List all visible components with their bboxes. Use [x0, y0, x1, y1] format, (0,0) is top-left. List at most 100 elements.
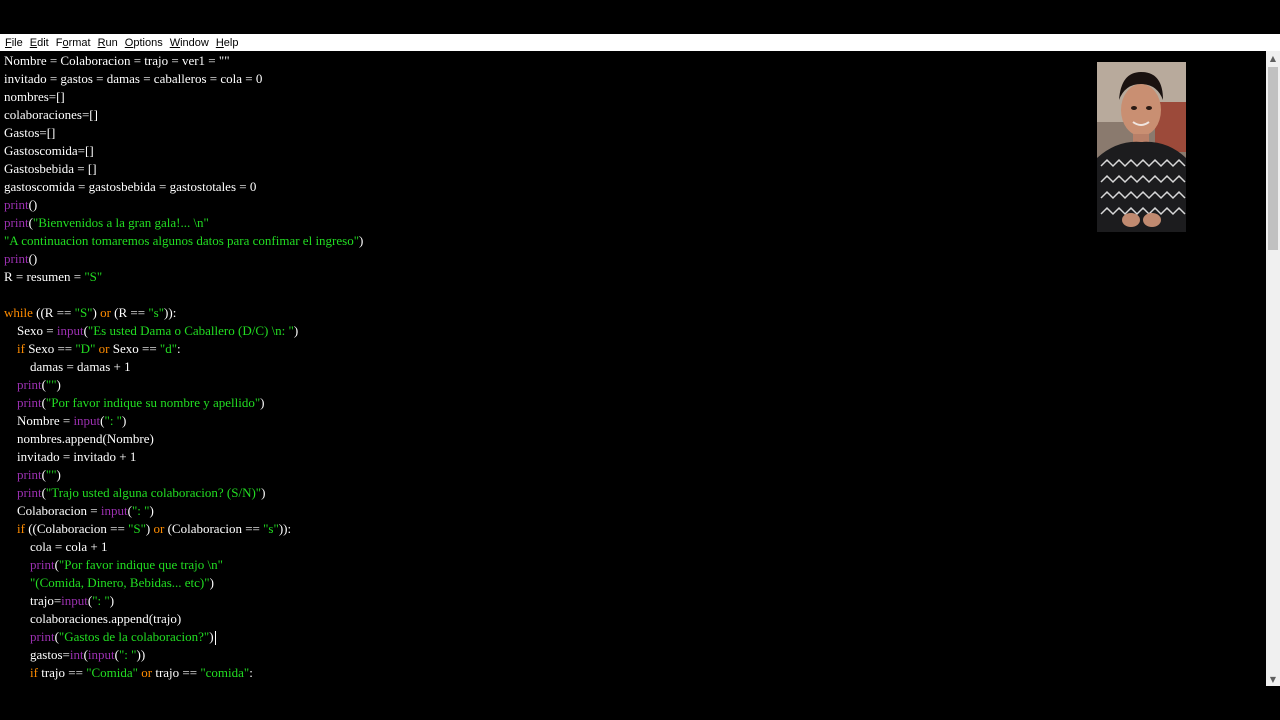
code-token: "Por favor indique su nombre y apellido" [45, 395, 261, 410]
code-token: invitado = invitado + 1 [4, 449, 137, 464]
code-token: "s" [148, 305, 165, 320]
code-token: if [30, 665, 38, 680]
code-token: ) [261, 485, 266, 500]
code-line[interactable]: print("Por favor indique que trajo \n" [4, 556, 223, 574]
code-token: () [28, 197, 38, 212]
code-line[interactable]: if Sexo == "D" or Sexo == "d": [4, 340, 181, 358]
code-token: "Es usted Dama o Caballero (D/C) \n: " [87, 323, 294, 338]
code-line[interactable]: print("") [4, 466, 61, 484]
code-token: ((Colaboracion == [24, 521, 129, 536]
code-token: "s" [263, 521, 279, 536]
code-line[interactable]: print("Bienvenidos a la gran gala!... \n… [4, 214, 209, 232]
text-cursor [214, 631, 216, 646]
menu-file[interactable]: File [5, 37, 23, 49]
code-token: ) [122, 413, 127, 428]
code-token: ) [56, 377, 61, 392]
code-token: or [100, 305, 111, 320]
code-line[interactable]: invitado = invitado + 1 [4, 448, 136, 466]
code-token: invitado = gastos = damas = caballeros =… [4, 71, 263, 86]
scroll-down-arrow-icon[interactable]: ▼ [1266, 672, 1280, 686]
scroll-thumb[interactable] [1268, 67, 1278, 250]
code-token: Gastoscomida=[] [4, 143, 94, 158]
code-token: ) [293, 323, 299, 338]
code-token: ) [56, 467, 61, 482]
code-token: ) [145, 521, 154, 536]
code-editor[interactable]: Nombre = Colaboracion = trajo = ver1 = "… [0, 51, 1266, 686]
code-token: ": " [131, 503, 150, 518]
code-line[interactable]: Nombre = Colaboracion = trajo = ver1 = "… [4, 52, 230, 70]
code-token: gastoscomida = gastosbebida = gastostota… [4, 179, 257, 194]
code-line[interactable]: cola = cola + 1 [4, 538, 107, 556]
menu-bar: File Edit Format Run Options Window Help [0, 34, 1280, 51]
code-line[interactable]: colaboraciones=[] [4, 106, 98, 124]
code-token: ) [359, 233, 364, 248]
code-line[interactable]: Gastosbebida = [] [4, 160, 97, 178]
code-token: "S" [128, 521, 146, 536]
code-token: "S" [74, 305, 93, 320]
code-line[interactable]: "(Comida, Dinero, Bebidas... etc)") [4, 574, 214, 592]
code-line[interactable]: Gastoscomida=[] [4, 142, 94, 160]
code-line[interactable]: gastoscomida = gastosbebida = gastostota… [4, 178, 256, 196]
code-token: Gastosbebida = [] [4, 161, 97, 176]
code-token: damas = damas + 1 [4, 359, 131, 374]
code-token: ) [109, 593, 115, 608]
code-line[interactable]: if trajo == "Comida" or trajo == "comida… [4, 664, 253, 682]
code-token: ) [209, 575, 214, 590]
code-line[interactable]: colaboraciones.append(trajo) [4, 610, 181, 628]
code-token: Nombre = Colaboracion = trajo = ver1 = "… [4, 53, 230, 68]
scroll-up-arrow-icon[interactable]: ▲ [1266, 51, 1280, 65]
code-line[interactable]: trajo=input(": ") [4, 592, 114, 610]
code-token: "comida" [200, 665, 250, 680]
code-line[interactable]: print("Por favor indique su nombre y ape… [4, 394, 265, 412]
code-token: print [4, 197, 29, 212]
code-token: trajo == [152, 665, 201, 680]
code-line[interactable]: print() [4, 250, 37, 268]
code-token: ": " [104, 413, 122, 428]
code-token: ) [260, 395, 265, 410]
menu-window[interactable]: Window [170, 37, 209, 49]
code-token: Nombre = [4, 413, 74, 428]
menu-help[interactable]: Help [216, 37, 239, 49]
code-token: if [17, 341, 25, 356]
code-line[interactable]: nombres.append(Nombre) [4, 430, 154, 448]
code-token: ": " [119, 647, 137, 662]
code-line[interactable]: damas = damas + 1 [4, 358, 131, 376]
menu-format[interactable]: Format [56, 37, 91, 49]
code-line[interactable]: gastos=int(input(": ")) [4, 646, 145, 664]
code-line[interactable]: print("Trajo usted alguna colaboracion? … [4, 484, 265, 502]
menu-run[interactable]: Run [98, 37, 118, 49]
code-token: colaboraciones.append(trajo) [4, 611, 182, 626]
webcam-overlay [1097, 62, 1186, 232]
code-line[interactable]: Sexo = input("Es usted Dama o Caballero … [4, 322, 298, 340]
code-token: ) [209, 629, 214, 644]
code-token: input [100, 503, 128, 518]
code-token: print [4, 251, 29, 266]
code-line[interactable]: nombres=[] [4, 88, 65, 106]
code-token: "Trajo usted alguna colaboracion? (S/N)" [45, 485, 262, 500]
menu-edit[interactable]: Edit [30, 37, 49, 49]
code-line[interactable]: print("") [4, 376, 61, 394]
code-line[interactable]: print("Gastos de la colaboracion?") [4, 628, 216, 646]
code-token: if [17, 521, 25, 536]
code-token: input [61, 593, 88, 608]
code-line[interactable]: invitado = gastos = damas = caballeros =… [4, 70, 262, 88]
code-token: print [30, 629, 55, 644]
vertical-scrollbar[interactable]: ▲ ▼ [1266, 51, 1280, 686]
code-token: "S" [84, 269, 103, 284]
code-line[interactable]: Colaboracion = input(": ") [4, 502, 154, 520]
code-line[interactable]: Gastos=[] [4, 124, 55, 142]
code-line[interactable]: R = resumen = "S" [4, 268, 102, 286]
code-line[interactable]: Nombre = input(": ") [4, 412, 126, 430]
menu-options[interactable]: Options [125, 37, 163, 49]
code-line[interactable]: if ((Colaboracion == "S") or (Colaboraci… [4, 520, 291, 538]
code-token: input [73, 413, 101, 428]
code-line[interactable]: "A continuacion tomaremos algunos datos … [4, 232, 363, 250]
code-line[interactable]: while ((R == "S") or (R == "s")): [4, 304, 176, 322]
code-line[interactable]: print() [4, 196, 37, 214]
